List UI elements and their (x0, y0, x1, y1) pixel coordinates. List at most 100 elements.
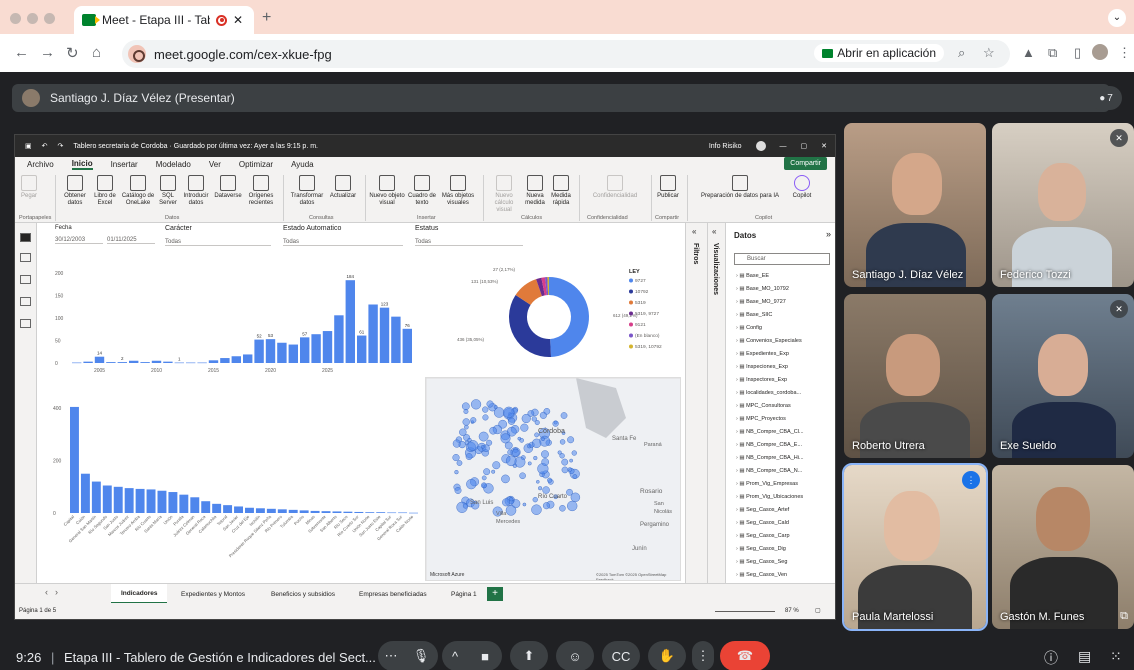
pin-icon[interactable]: ⧉ (1120, 610, 1128, 623)
table-item[interactable]: Inspeciones_Exp (736, 364, 788, 370)
menu-ver[interactable]: Ver (209, 160, 221, 169)
bookmark-star-icon[interactable]: ☆ (983, 45, 995, 61)
table-item[interactable]: Seg_Casos_Artef (736, 507, 789, 513)
refresh-button[interactable]: Actualizar (327, 175, 359, 200)
table-item[interactable]: NB_Compre_CBA_Hi... (736, 455, 803, 461)
undo-icon[interactable]: ↶ (42, 142, 48, 150)
sidepanel-icon[interactable]: ▯ (1074, 45, 1081, 61)
window-minimize-button[interactable] (27, 13, 38, 24)
activities-icon[interactable]: ⁙ (1110, 648, 1122, 665)
menu-ayuda[interactable]: Ayuda (291, 160, 314, 169)
table-item[interactable]: MPC_Consultoras (736, 403, 791, 409)
browser-tab-meet[interactable]: Meet - Etapa III - Tablero ✕ (74, 6, 254, 34)
mic-button[interactable]: 🎙 (404, 641, 438, 670)
tab-empresas[interactable]: Empresas beneficiadas (349, 584, 437, 604)
participant-tile[interactable]: Roberto Utrera (844, 294, 986, 458)
table-item[interactable]: Seg_Casos_Seg (736, 559, 787, 565)
site-info-icon[interactable] (128, 45, 146, 63)
redo-icon[interactable]: ↷ (58, 142, 64, 150)
table-item[interactable]: Base_SIIC (736, 312, 772, 318)
filters-pane[interactable]: « Filtros (685, 223, 707, 583)
extensions-icon[interactable]: ⧉ (1048, 45, 1057, 61)
info-icon[interactable]: ⓘ (1044, 648, 1058, 668)
prev-page-icon[interactable]: ‹ (45, 587, 48, 597)
dataverse-button[interactable]: Dataverse (213, 175, 243, 200)
table-item[interactable]: Prom_Vig_Empresas (736, 481, 798, 487)
menu-archivo[interactable]: Archivo (27, 160, 54, 169)
recent-sources-button[interactable]: Orígenes recientes (245, 175, 277, 207)
slicer-fecha-from[interactable]: 30/12/2003 (55, 237, 103, 244)
visual-calc-button[interactable]: Nuevo cálculo visual (487, 175, 521, 214)
slicer-estatus-dropdown[interactable]: Todas (415, 239, 523, 246)
zoom-slider[interactable] (715, 611, 775, 612)
next-page-icon[interactable]: › (55, 587, 58, 597)
tab-search-icon[interactable]: ⌄ (1108, 9, 1126, 27)
chrome-menu-icon[interactable]: ⋮ (1118, 45, 1131, 61)
tab-beneficios[interactable]: Beneficios y subsidios (261, 584, 345, 604)
participant-tile[interactable]: Santiago J. Díaz Vélez (844, 123, 986, 287)
participant-tile[interactable]: ⋮ Paula Martelossi (842, 463, 988, 631)
table-item[interactable]: Seg_Casos_Cald (736, 520, 789, 526)
bar-chart-years[interactable]: 0 50 100 150 200 14 2 1 52 53 57 184 61 123 76 2005 2010… (53, 267, 423, 377)
chat-icon[interactable]: ▤ (1078, 648, 1091, 665)
home-icon[interactable]: ⌂ (92, 44, 101, 61)
participant-tile[interactable]: Gastón M. Funes ⧉ (992, 465, 1134, 629)
table-item[interactable]: localidades_cordoba... (736, 390, 801, 396)
back-icon[interactable]: ← (14, 44, 29, 61)
paste-button[interactable]: Pegar (19, 175, 39, 200)
sensitivity-button[interactable]: Confidencialidad (585, 175, 645, 200)
data-search-input[interactable]: Buscar (734, 253, 830, 265)
table-view-icon[interactable] (20, 253, 31, 262)
copilot-button[interactable]: Copilot (787, 175, 817, 200)
enter-data-button[interactable]: Introducir datos (181, 175, 211, 207)
audio-options-button[interactable]: ⋯ (378, 641, 404, 670)
table-item[interactable]: NB_Compre_CBA_N... (736, 468, 802, 474)
table-item[interactable]: Prom_Vig_Ubicaciones (736, 494, 803, 500)
sql-button[interactable]: SQL Server (157, 175, 179, 207)
new-tab-button[interactable]: + (262, 9, 271, 27)
drive-extension-icon[interactable]: ▲ (1022, 45, 1035, 60)
participant-tile[interactable]: ✕ Exe Sueldo (992, 294, 1134, 458)
new-measure-button[interactable]: Nueva medida (523, 175, 547, 207)
table-item[interactable]: Base_MO_9727 (736, 299, 786, 305)
table-item[interactable]: Seg_Casos_Ven (736, 572, 787, 578)
table-item[interactable]: Seg_Casos_Carp (736, 533, 789, 539)
end-call-button[interactable]: ☎ (720, 641, 770, 670)
menu-optimizar[interactable]: Optimizar (239, 160, 273, 169)
menu-inicio[interactable]: Inicio (71, 159, 93, 170)
tab-indicadores[interactable]: Indicadores (111, 584, 168, 604)
add-page-button[interactable]: + (487, 587, 503, 601)
minimize-icon[interactable]: — (780, 143, 787, 150)
map-visual[interactable]: Córdoba Santa Fe Paraná Río Cuarto San L… (425, 377, 681, 581)
reactions-button[interactable]: ☺ (556, 641, 594, 670)
table-item[interactable]: Expedientes_Exp (736, 351, 789, 357)
table-item[interactable]: Seg_Casos_Dig (736, 546, 786, 552)
restore-icon[interactable]: ▢ (801, 142, 808, 150)
tab-expedientes[interactable]: Expedientes y Montos (171, 584, 255, 604)
user-avatar-icon[interactable] (755, 141, 766, 151)
onelake-button[interactable]: Catálogo de OneLake (121, 175, 155, 207)
table-item[interactable]: NB_Compre_CBA_Cl... (736, 429, 803, 435)
publish-button[interactable]: Publicar (655, 175, 681, 200)
tab-close-icon[interactable]: ✕ (233, 13, 243, 27)
table-item[interactable]: Convenios_Especiales (736, 338, 802, 344)
textbox-button[interactable]: Cuadro de texto (407, 175, 437, 207)
slicer-caracter-dropdown[interactable]: Todas (165, 239, 271, 246)
excel-button[interactable]: Libro de Excel (91, 175, 119, 207)
close-icon[interactable]: ✕ (821, 142, 827, 150)
tab-pagina1[interactable]: Página 1 (441, 584, 487, 604)
participants-button[interactable]: ● 7 (1090, 86, 1122, 110)
open-in-app-button[interactable]: Abrir en aplicación (814, 44, 944, 62)
report-view-icon[interactable] (20, 233, 31, 242)
get-data-button[interactable]: Obtener datos (61, 175, 89, 207)
more-visuals-button[interactable]: Más objetos visuales (439, 175, 477, 207)
collapse-viz-icon[interactable]: « (712, 227, 716, 236)
table-item[interactable]: Inspectores_Exp (736, 377, 787, 383)
zoom-icon[interactable]: ⌕ (958, 45, 965, 61)
new-visual-button[interactable]: Nuevo objeto visual (369, 175, 405, 207)
share-button[interactable]: Compartir (784, 157, 827, 170)
forward-icon[interactable]: → (40, 44, 55, 61)
present-button[interactable]: ⬆ (510, 641, 548, 670)
table-item[interactable]: MPC_Proyectos (736, 416, 786, 422)
fit-page-icon[interactable]: ▢ (815, 607, 821, 614)
